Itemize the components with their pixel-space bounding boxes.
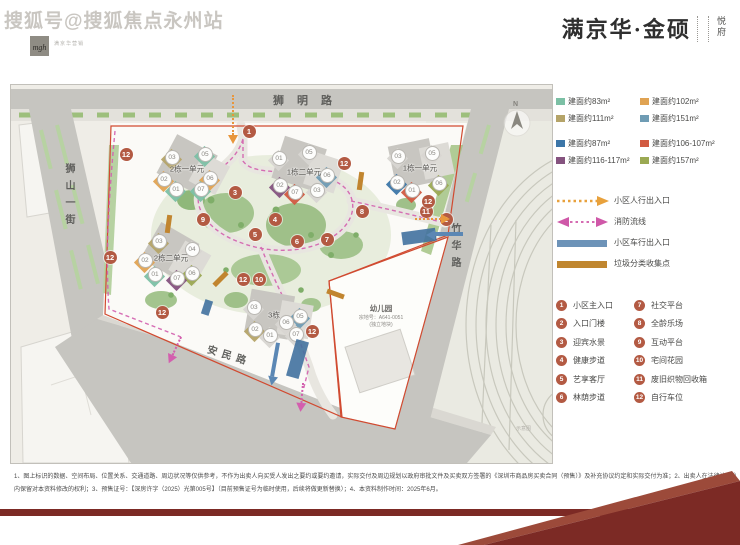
legend-point-item: 10 宅间花园 — [634, 355, 738, 366]
area-label: 建面约106-107m² — [652, 138, 715, 149]
legend-areas-group-2: 建面约87m² 建面约106-107m² 建面约116-117m² 建面约157m² — [556, 138, 738, 166]
area-label: 建面约83m² — [568, 96, 610, 107]
area-label: 建面约116-117m² — [568, 155, 630, 166]
point-number: 11 — [634, 374, 645, 385]
legend-area-item: 建面约83m² — [556, 96, 640, 107]
legend-panel: 建面约83m²建面约102m²建面约111m²建面约151m² 建面约87m²建… — [556, 96, 738, 407]
point-label: 废旧织物回收箱 — [651, 374, 707, 385]
legend-points: 1 小区主入口 2 入口门楼 3 迎宾水景 4 健康步道 5 艺享客厅 6 林荫步道 7 社交平台 8 全龄乐… — [556, 296, 738, 407]
point-label: 宅间花园 — [651, 355, 683, 366]
area-label: 建面约157m² — [652, 155, 699, 166]
point-label: 互动平台 — [651, 337, 683, 348]
brand-seal-decoration — [697, 16, 709, 42]
point-label: 林荫步道 — [573, 392, 605, 403]
legend-line-item: 消防流线 — [556, 211, 738, 232]
garbage-bar-legend-icon — [556, 258, 614, 270]
legend-line-item: 垃圾分类收集点 — [556, 253, 738, 274]
area-swatch — [556, 98, 565, 105]
developer-logo: mgh — [30, 36, 49, 56]
legend-area-item: 建面约151m² — [640, 113, 738, 124]
legend-point-item: 9 互动平台 — [634, 337, 738, 348]
legend-area-item: 建面约157m² — [640, 155, 738, 166]
legend-point-item: 3 迎宾水景 — [556, 337, 634, 348]
legend-area-item: 建面约111m² — [556, 113, 640, 124]
point-label: 迎宾水景 — [573, 337, 605, 348]
developer-logo-tagline: 满京华营销 — [54, 40, 84, 47]
point-label: 自行车位 — [651, 392, 683, 403]
road-top — [11, 89, 552, 109]
point-number: 10 — [634, 355, 645, 366]
legend-point-item: 1 小区主入口 — [556, 300, 634, 311]
legend-point-item: 5 艺享客厅 — [556, 374, 634, 385]
car-bar-legend-icon — [556, 237, 614, 249]
legend-area-item: 建面约102m² — [640, 96, 738, 107]
area-swatch — [556, 115, 565, 122]
area-swatch — [556, 157, 565, 164]
legend-point-item: 11 废旧织物回收箱 — [634, 374, 738, 385]
area-swatch — [640, 140, 649, 147]
line-label: 小区人行出入口 — [614, 195, 670, 206]
point-number: 2 — [556, 318, 567, 329]
area-label: 建面约102m² — [652, 96, 699, 107]
area-swatch — [556, 140, 565, 147]
area-swatch — [640, 98, 649, 105]
point-number: 5 — [556, 374, 567, 385]
brand-name: 满京华·金硕 — [562, 12, 691, 44]
point-label: 小区主入口 — [573, 300, 613, 311]
brand-suffix: 悦府 — [715, 16, 728, 38]
site-plan-graphics — [11, 85, 552, 463]
legend-areas-group-1: 建面约83m² 建面约102m² 建面约111m² 建面约151m² — [556, 96, 738, 124]
legend-line-item: 小区车行出入口 — [556, 232, 738, 253]
legend-point-item: 7 社交平台 — [634, 300, 738, 311]
point-number: 1 — [556, 300, 567, 311]
line-label: 小区车行出入口 — [614, 237, 670, 248]
point-label: 全龄乐场 — [651, 318, 683, 329]
legend-area-item: 建面约116-117m² — [556, 155, 640, 166]
area-swatch — [640, 157, 649, 164]
point-label: 入口门楼 — [573, 318, 605, 329]
point-number: 7 — [634, 300, 645, 311]
ped-legend-icon — [556, 195, 614, 207]
point-number: 6 — [556, 392, 567, 403]
area-label: 建面约111m² — [568, 113, 614, 124]
area-label: 建面约151m² — [652, 113, 699, 124]
fire-legend-icon — [556, 216, 614, 228]
corner-ribbon — [440, 465, 740, 545]
legend-point-item: 6 林荫步道 — [556, 392, 634, 403]
legend-area-item: 建面约87m² — [556, 138, 640, 149]
page: 搜狐号@搜狐焦点永州站 mgh 满京华营销 满京华·金硕 悦府 — [0, 0, 740, 545]
site-plan-map: 狮明路 狮山一街 竹华路 安民路 N 幼儿园 宗地号：A641-0051 (独立… — [10, 84, 553, 464]
legend-line-item: 小区人行出入口 — [556, 190, 738, 211]
line-label: 消防流线 — [614, 216, 646, 227]
legend-area-item: 建面约106-107m² — [640, 138, 738, 149]
legend-point-item: 2 入口门楼 — [556, 318, 634, 329]
point-number: 9 — [634, 337, 645, 348]
point-label: 健康步道 — [573, 355, 605, 366]
brand-header: 满京华·金硕 悦府 — [562, 12, 728, 44]
point-number: 3 — [556, 337, 567, 348]
legend-lines: 小区人行出入口消防流线小区车行出入口垃圾分类收集点 — [556, 190, 738, 274]
legend-point-item: 4 健康步道 — [556, 355, 634, 366]
point-number: 8 — [634, 318, 645, 329]
legend-point-item: 8 全龄乐场 — [634, 318, 738, 329]
north-compass — [504, 110, 530, 136]
point-label: 社交平台 — [651, 300, 683, 311]
line-label: 垃圾分类收集点 — [614, 258, 670, 269]
point-number: 4 — [556, 355, 567, 366]
area-swatch — [640, 115, 649, 122]
point-label: 艺享客厅 — [573, 374, 605, 385]
area-label: 建面约87m² — [568, 138, 610, 149]
point-number: 12 — [634, 392, 645, 403]
legend-point-item: 12 自行车位 — [634, 392, 738, 403]
sohu-watermark: 搜狐号@搜狐焦点永州站 — [4, 6, 224, 33]
